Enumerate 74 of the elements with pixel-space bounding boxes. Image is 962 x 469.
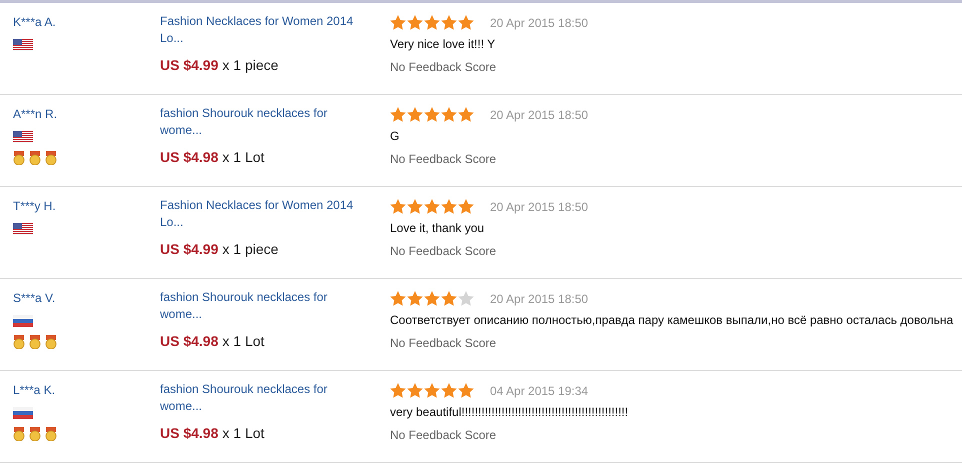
star-icon	[424, 291, 440, 306]
buyer-name-link[interactable]: S***a V.	[13, 291, 56, 305]
review-comment: Соответствует описанию полностью,правда пару камешков выпали,но всё равно осталась довольна	[390, 313, 954, 327]
feedback-score: No Feedback Score	[390, 428, 496, 442]
star-icon	[458, 15, 474, 30]
medal-icon	[29, 335, 41, 349]
buyer-name-link[interactable]: T***y H.	[13, 199, 56, 213]
review-date: 04 Apr 2015 19:34	[490, 384, 588, 398]
price: US $4.98	[160, 149, 218, 165]
star-icon	[424, 199, 440, 214]
medal-icon	[29, 151, 41, 165]
medal-icon	[45, 335, 57, 349]
review-comment: Love it, thank you	[390, 221, 484, 235]
star-icon	[407, 107, 423, 122]
medal-icon	[13, 335, 25, 349]
price: US $4.98	[160, 333, 218, 349]
star-icon	[458, 291, 474, 306]
star-icon	[407, 15, 423, 30]
review-date: 20 Apr 2015 18:50	[490, 200, 588, 214]
flag-icon	[13, 131, 33, 143]
product-link[interactable]: fashion Shourouk necklaces for wome...	[160, 381, 365, 415]
review-date: 20 Apr 2015 18:50	[490, 16, 588, 30]
medal-icon	[45, 151, 57, 165]
feedback-score: No Feedback Score	[390, 244, 496, 258]
review-comment: Very nice love it!!! Y	[390, 37, 496, 51]
star-icon	[407, 291, 423, 306]
medal-icon	[13, 151, 25, 165]
star-icon	[458, 199, 474, 214]
price: US $4.98	[160, 425, 218, 441]
quantity: x 1 Lot	[222, 425, 264, 441]
medal-icon	[29, 427, 41, 441]
star-icon	[441, 15, 457, 30]
star-icon	[441, 199, 457, 214]
review-date: 20 Apr 2015 18:50	[490, 108, 588, 122]
product-link[interactable]: fashion Shourouk necklaces for wome...	[160, 289, 365, 323]
review-comment: G	[390, 129, 400, 143]
medal-icon	[45, 427, 57, 441]
quantity: x 1 piece	[222, 241, 278, 257]
star-icon	[390, 107, 406, 122]
star-icon	[424, 107, 440, 122]
star-icon	[390, 291, 406, 306]
star-icon	[407, 383, 423, 398]
star-icon	[390, 383, 406, 398]
price: US $4.99	[160, 241, 218, 257]
product-link[interactable]: fashion Shourouk necklaces for wome...	[160, 105, 365, 139]
star-icon	[390, 199, 406, 214]
quantity: x 1 Lot	[222, 333, 264, 349]
flag-icon	[13, 39, 33, 51]
star-icon	[458, 383, 474, 398]
flag-icon	[13, 407, 33, 419]
flag-icon	[13, 315, 33, 327]
star-icon	[424, 15, 440, 30]
feedback-score: No Feedback Score	[390, 152, 496, 166]
star-icon	[441, 291, 457, 306]
buyer-name-link[interactable]: A***n R.	[13, 107, 58, 121]
medal-icon	[13, 427, 25, 441]
feedback-score: No Feedback Score	[390, 60, 496, 74]
star-icon	[424, 383, 440, 398]
review-date: 20 Apr 2015 18:50	[490, 292, 588, 306]
flag-icon	[13, 223, 33, 235]
product-link[interactable]: Fashion Necklaces for Women 2014 Lo...	[160, 197, 365, 231]
star-icon	[407, 199, 423, 214]
star-icon	[441, 107, 457, 122]
star-icon	[441, 383, 457, 398]
buyer-name-link[interactable]: K***a A.	[13, 15, 56, 29]
product-link[interactable]: Fashion Necklaces for Women 2014 Lo...	[160, 13, 365, 47]
star-icon	[390, 15, 406, 30]
quantity: x 1 piece	[222, 57, 278, 73]
price: US $4.99	[160, 57, 218, 73]
quantity: x 1 Lot	[222, 149, 264, 165]
review-comment: very beautiful!!!!!!!!!!!!!!!!!!!!!!!!!!!!!!!!!!!!!!!!!!!!!!!!!!	[390, 405, 628, 419]
star-icon	[458, 107, 474, 122]
feedback-score: No Feedback Score	[390, 336, 496, 350]
buyer-name-link[interactable]: L***a K.	[13, 383, 56, 397]
